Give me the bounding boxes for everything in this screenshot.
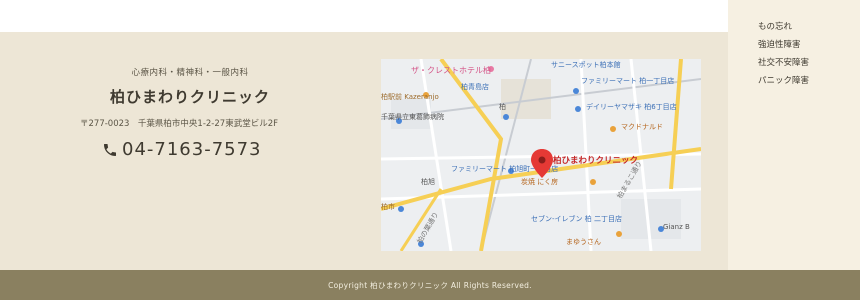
clinic-info: 心療内科・精神科・一般内科 柏ひまわりクリニック 〒277-0023 千葉県柏市… xyxy=(80,66,300,160)
map-label-kashiwa-area: 柏市 xyxy=(381,202,395,211)
phone-icon xyxy=(104,143,116,156)
map-label-sunny: サニースポット柏本館 xyxy=(551,60,621,69)
page-top-strip xyxy=(0,0,728,32)
clinic-address: 〒277-0023 千葉県柏市中央1-2-27東武堂ビル2F xyxy=(80,119,278,129)
side-menu-item-social-anxiety[interactable]: 社交不安障害 xyxy=(758,54,860,72)
clinic-name: 柏ひまわりクリニック xyxy=(109,88,270,106)
map-label-kazeranjo: 柏駅前 Kazeranjo xyxy=(381,92,439,101)
google-map[interactable]: ザ・クレストホテル柏 サニースポット柏本館 ファミリーマート 柏一丁目店 デイリ… xyxy=(381,59,701,251)
clinic-subtitle: 心療内科・精神科・一般内科 xyxy=(131,68,249,78)
phone-number: 04-7163-7573 xyxy=(122,139,262,160)
map-label-kashiwa-st: 柏 xyxy=(499,102,506,111)
side-menu-item-memory[interactable]: もの忘れ xyxy=(758,18,860,36)
side-menu: もの忘れ 強迫性障害 社交不安障害 パニック障害 xyxy=(728,0,860,270)
map-label-chiba-ken: 千葉県立東葛飾病院 xyxy=(381,112,444,121)
map-label-gianz: Gianz B xyxy=(663,223,690,231)
map-label-mayu: まゆうさん xyxy=(566,238,601,246)
map-label-hotel: ザ・クレストホテル柏 xyxy=(411,65,491,75)
map-label-seven: セブン-イレブン 柏 二丁目店 xyxy=(531,214,622,223)
side-menu-item-ocd[interactable]: 強迫性障害 xyxy=(758,36,860,54)
map-label-mcdonalds: マクドナルド xyxy=(621,123,663,131)
phone-link[interactable]: 04-7163-7573 xyxy=(80,139,300,160)
copyright-bar: Copyright 柏ひまわりクリニック All Rights Reserved… xyxy=(0,270,860,300)
map-label-daily: デイリーヤマザキ 柏6丁目店 xyxy=(586,102,677,111)
map-label-niku: 炭焼 にく房 xyxy=(521,177,558,186)
side-menu-item-panic[interactable]: パニック障害 xyxy=(758,72,860,90)
map-canvas: ザ・クレストホテル柏 サニースポット柏本館 ファミリーマート 柏一丁目店 デイリ… xyxy=(381,59,701,251)
copyright-text: Copyright 柏ひまわりクリニック All Rights Reserved… xyxy=(328,280,532,290)
map-label-shop-low: 柏旭 xyxy=(421,177,435,186)
map-label-family-top: ファミリーマート 柏一丁目店 xyxy=(581,76,674,85)
map-pin-label: 柏ひまわりクリニック xyxy=(553,155,638,166)
map-label-kenpo: 柏青島店 xyxy=(461,82,489,91)
